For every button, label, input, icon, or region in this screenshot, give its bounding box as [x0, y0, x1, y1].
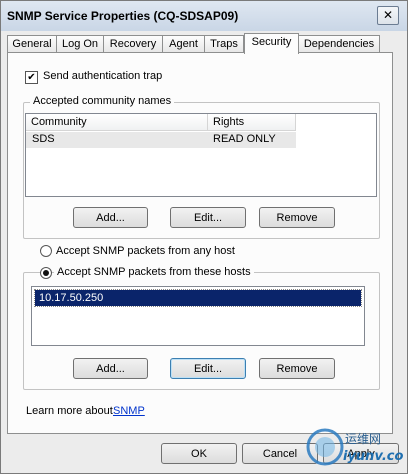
- host-add-button[interactable]: Add...: [73, 358, 148, 379]
- table-row[interactable]: SDS READ ONLY: [26, 132, 296, 148]
- host-list[interactable]: 10.17.50.250: [31, 286, 365, 346]
- list-item[interactable]: 10.17.50.250: [34, 289, 362, 307]
- auth-trap-checkbox[interactable]: ✔: [25, 71, 38, 84]
- host-remove-button[interactable]: Remove: [259, 358, 335, 379]
- tab-log-on[interactable]: Log On: [56, 35, 104, 53]
- watermark-url: iyunv.com: [343, 449, 403, 464]
- community-add-button[interactable]: Add...: [73, 207, 148, 228]
- window-title: SNMP Service Properties (CQ-SDSAP09): [7, 9, 239, 23]
- community-list[interactable]: Community Rights SDS READ ONLY: [25, 113, 377, 197]
- accept-these-hosts-radio[interactable]: [40, 267, 52, 279]
- tab-dependencies[interactable]: Dependencies: [298, 35, 380, 53]
- watermark-text: 运维网: [345, 432, 381, 446]
- tab-security[interactable]: Security: [244, 33, 299, 54]
- rights-cell: READ ONLY: [213, 133, 276, 145]
- community-cell: SDS: [32, 133, 55, 145]
- accept-any-host-label[interactable]: Accept SNMP packets from any host: [56, 245, 235, 257]
- column-header-community[interactable]: Community: [26, 114, 208, 131]
- communities-group-label: Accepted community names: [30, 95, 175, 107]
- community-edit-button[interactable]: Edit...: [170, 207, 246, 228]
- title-bar[interactable]: SNMP Service Properties (CQ-SDSAP09) ✕: [1, 1, 407, 31]
- close-icon: ✕: [382, 8, 394, 22]
- auth-trap-label[interactable]: Send authentication trap: [43, 70, 162, 82]
- accept-any-host-radio[interactable]: [40, 245, 52, 257]
- site-watermark: 运维网 iyunv.com: [306, 428, 403, 466]
- tab-traps[interactable]: Traps: [204, 35, 244, 53]
- tab-general[interactable]: General: [7, 35, 57, 53]
- ok-button[interactable]: OK: [161, 443, 237, 464]
- tab-recovery[interactable]: Recovery: [103, 35, 163, 53]
- community-remove-button[interactable]: Remove: [259, 207, 335, 228]
- communities-group: Accepted community names Community Right…: [23, 95, 380, 239]
- tab-agent[interactable]: Agent: [162, 35, 205, 53]
- checkmark-icon: ✔: [27, 72, 36, 83]
- snmp-help-link[interactable]: SNMP: [113, 405, 145, 417]
- column-header-rights[interactable]: Rights: [208, 114, 296, 131]
- close-button[interactable]: ✕: [377, 6, 399, 25]
- learn-more-label: Learn more about: [26, 405, 113, 417]
- properties-window: SNMP Service Properties (CQ-SDSAP09) ✕ G…: [0, 0, 408, 474]
- security-tab-panel: ✔ Send authentication trap Accepted comm…: [7, 52, 393, 434]
- hosts-group: Accept SNMP packets from these hosts 10.…: [23, 266, 380, 390]
- host-edit-button[interactable]: Edit...: [170, 358, 246, 379]
- accept-these-hosts-label[interactable]: Accept SNMP packets from these hosts: [54, 266, 254, 278]
